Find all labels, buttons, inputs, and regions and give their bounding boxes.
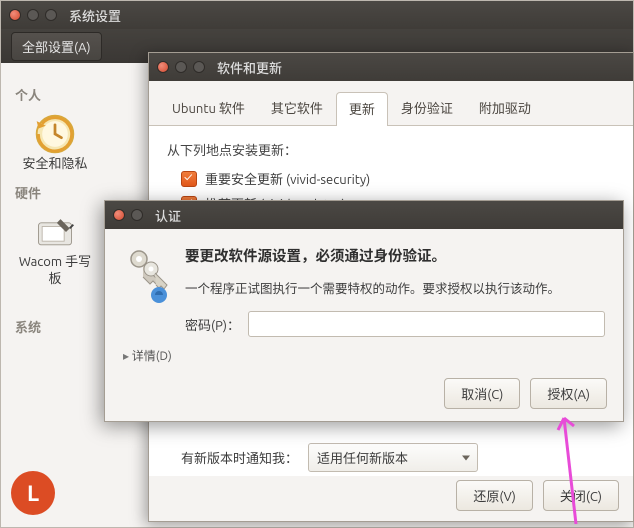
- close-icon[interactable]: [157, 61, 169, 73]
- cancel-button[interactable]: 取消(C): [444, 378, 520, 409]
- tab-additional-drivers[interactable]: 附加驱动: [466, 91, 544, 125]
- su-title: 软件和更新: [217, 58, 282, 77]
- auth-titlebar: 认证: [105, 201, 623, 229]
- minimize-icon[interactable]: [131, 209, 143, 221]
- settings-title: 系统设置: [69, 6, 121, 25]
- notify-label: 有新版本时通知我：: [181, 448, 298, 467]
- minimize-icon[interactable]: [175, 61, 187, 73]
- history-icon: [33, 112, 77, 156]
- revert-button[interactable]: 还原(V): [456, 480, 532, 511]
- auth-body-text: 一个程序正试图执行一个需要特权的动作。要求授权以执行该动作。: [185, 278, 605, 297]
- details-expander[interactable]: 详情(D): [105, 345, 623, 364]
- close-button[interactable]: 关闭(C): [543, 480, 619, 511]
- check-security-label: 重要安全更新 (vivid-security): [205, 169, 370, 188]
- maximize-icon[interactable]: [193, 61, 205, 73]
- maximize-icon[interactable]: [45, 9, 57, 21]
- wacom-item[interactable]: Wacom 手写板: [15, 210, 95, 289]
- auth-title: 认证: [155, 206, 181, 225]
- password-input[interactable]: [248, 311, 605, 337]
- tablet-icon: [33, 210, 77, 254]
- tab-authentication[interactable]: 身份验证: [388, 91, 466, 125]
- livepatch-icon: L: [11, 471, 55, 515]
- details-label: 详情(D): [132, 350, 172, 363]
- livepatch-item[interactable]: L: [11, 471, 55, 515]
- close-icon[interactable]: [9, 9, 21, 21]
- wacom-label: Wacom 手写板: [15, 254, 95, 288]
- tab-ubuntu-software[interactable]: Ubuntu 软件: [159, 91, 258, 125]
- su-footer: 还原(V) 关闭(C): [456, 480, 619, 511]
- install-from-label: 从下列地点安装更新：: [167, 140, 615, 159]
- su-titlebar: 软件和更新: [149, 53, 633, 81]
- notify-value: 适用任何新版本: [317, 452, 408, 466]
- auth-headline: 要更改软件源设置，必须通过身份验证。: [185, 245, 605, 266]
- su-tabs: Ubuntu 软件 其它软件 更新 身份验证 附加驱动: [149, 81, 633, 126]
- keys-icon: [123, 245, 171, 337]
- auth-dialog: 认证 要更改软件源设置，必须通过身份验证。 一个程序正试图执行一个需要特权的动作…: [104, 200, 624, 422]
- authorize-button[interactable]: 授权(A): [530, 378, 607, 409]
- security-privacy-item[interactable]: 安全和隐私: [15, 112, 95, 173]
- tab-updates[interactable]: 更新: [336, 92, 388, 126]
- close-icon[interactable]: [113, 209, 125, 221]
- notify-combo[interactable]: 适用任何新版本: [308, 443, 478, 472]
- check-security-row[interactable]: 重要安全更新 (vivid-security): [181, 169, 615, 188]
- password-label: 密码(P)：: [185, 315, 240, 334]
- settings-titlebar: 系统设置: [1, 1, 633, 29]
- checkbox-checked-icon[interactable]: [181, 171, 197, 187]
- all-settings-button[interactable]: 全部设置(A): [11, 32, 102, 61]
- minimize-icon[interactable]: [27, 9, 39, 21]
- tab-other-software[interactable]: 其它软件: [258, 91, 336, 125]
- security-privacy-label: 安全和隐私: [22, 156, 87, 173]
